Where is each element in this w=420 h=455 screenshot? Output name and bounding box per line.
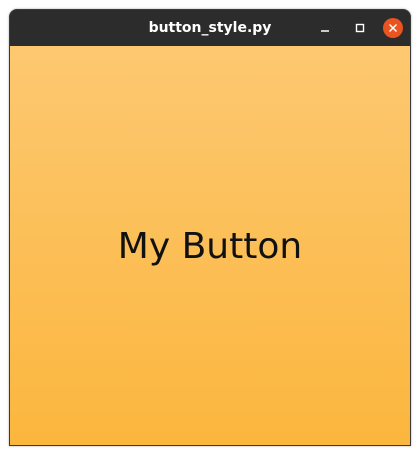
close-button[interactable] (383, 18, 403, 38)
maximize-icon (355, 23, 365, 33)
minimize-button[interactable] (315, 18, 335, 38)
maximize-button[interactable] (350, 18, 370, 38)
title-bar[interactable]: button_style.py (10, 10, 410, 46)
app-window: button_style.py My Button (9, 9, 411, 446)
window-content: My Button (10, 46, 410, 445)
minimize-icon (321, 30, 329, 32)
my-button[interactable]: My Button (10, 46, 410, 445)
close-icon (388, 23, 398, 33)
